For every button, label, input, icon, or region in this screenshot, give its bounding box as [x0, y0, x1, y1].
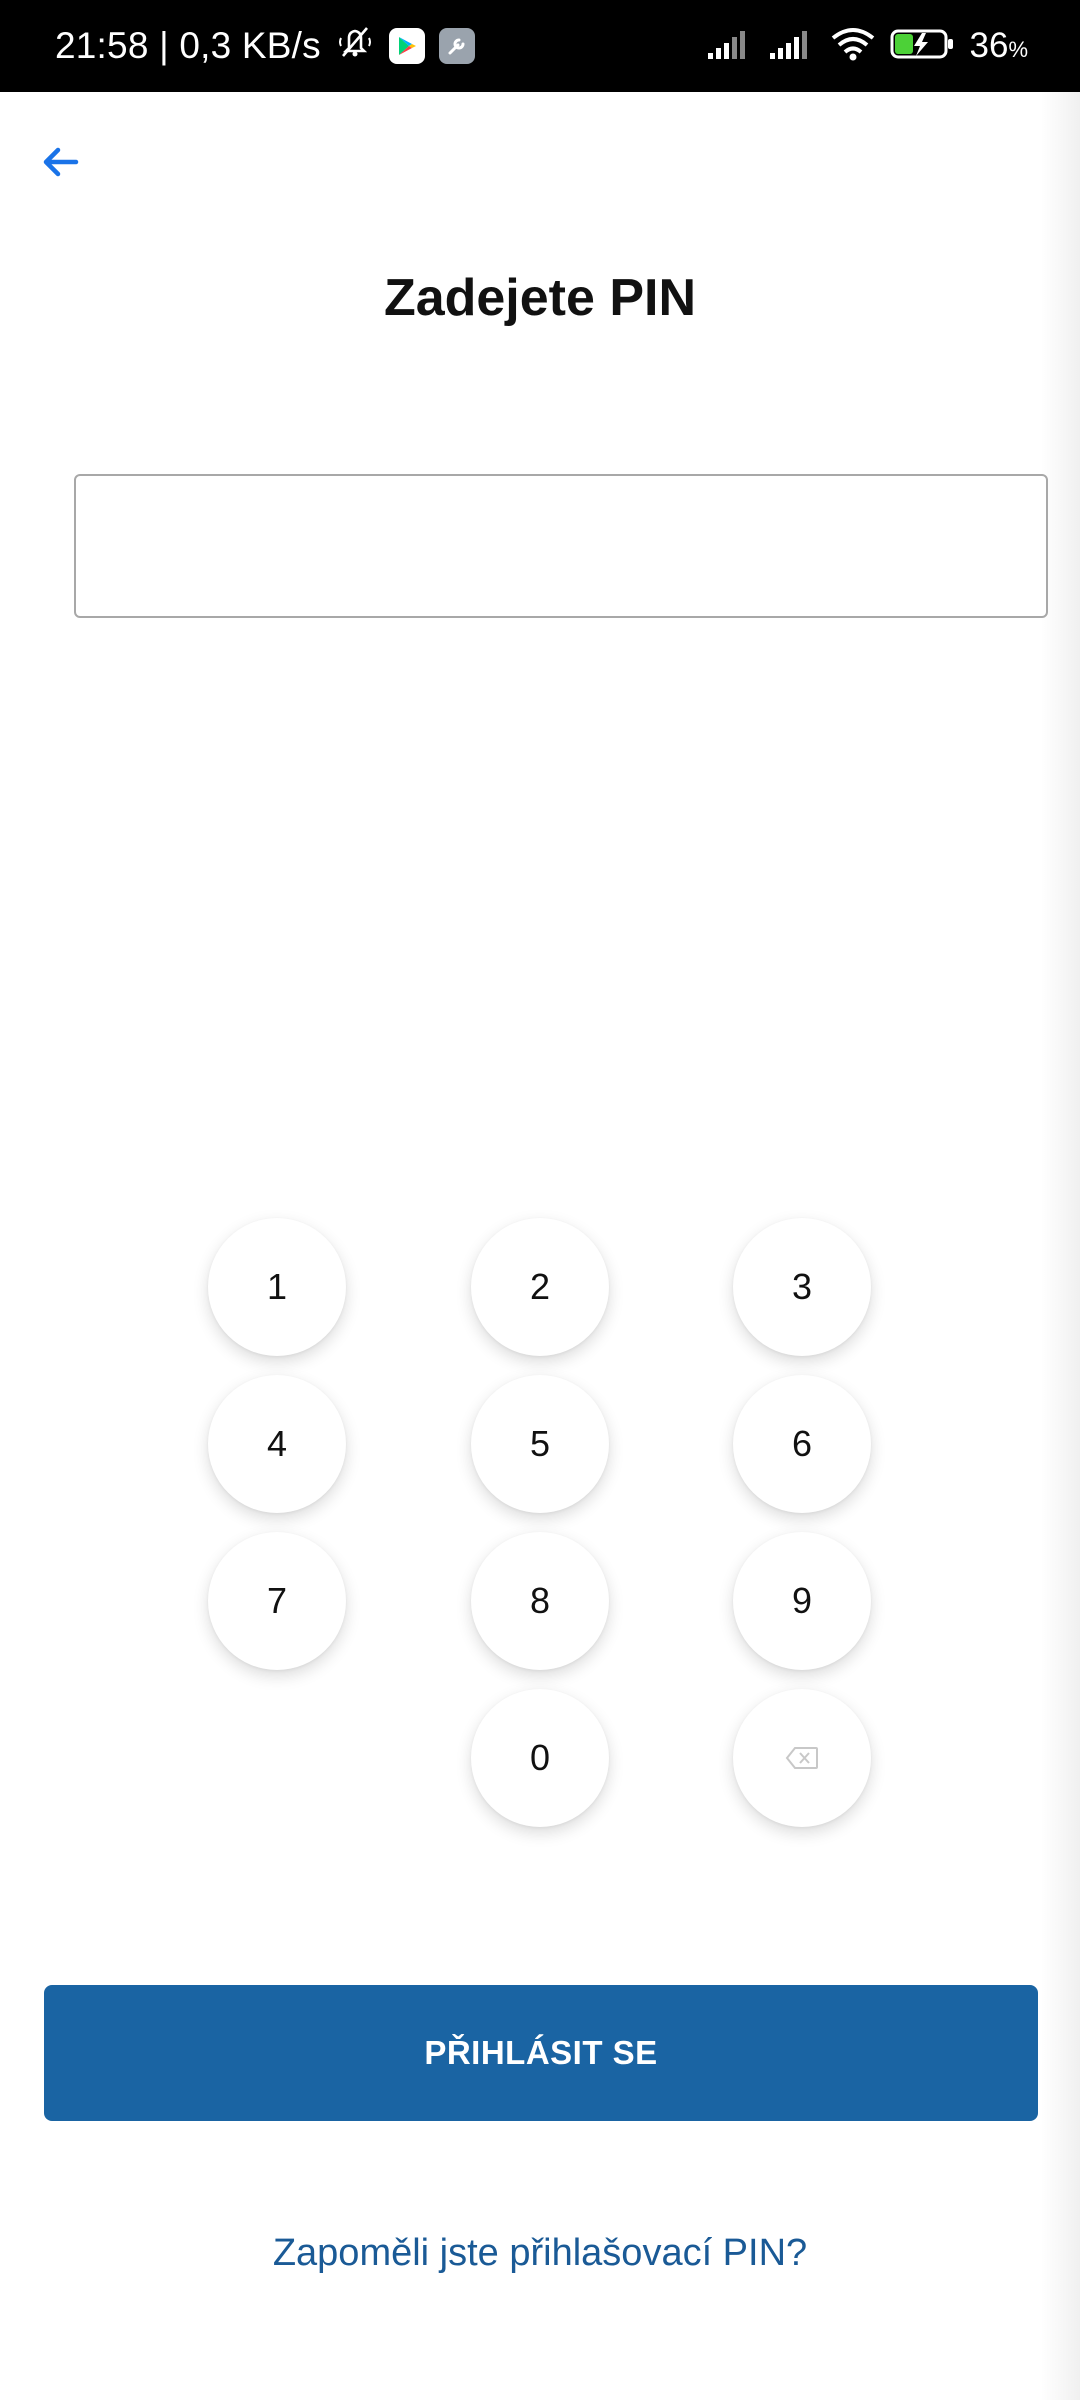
key-5[interactable]: 5: [471, 1375, 609, 1513]
battery-unit: %: [1008, 37, 1028, 62]
key-6[interactable]: 6: [733, 1375, 871, 1513]
back-button[interactable]: [36, 140, 84, 188]
signal-icon: [706, 27, 754, 66]
key-4[interactable]: 4: [208, 1375, 346, 1513]
forgot-pin-link[interactable]: Zapoměli jste přihlašovací PIN?: [0, 2232, 1080, 2275]
key-8[interactable]: 8: [471, 1532, 609, 1670]
backspace-key[interactable]: [733, 1689, 871, 1827]
wifi-icon: [830, 26, 876, 67]
key-3[interactable]: 3: [733, 1218, 871, 1356]
key-0[interactable]: 0: [471, 1689, 609, 1827]
signal-icon: [768, 27, 816, 66]
status-time-speed: 21:58 | 0,3 KB/s: [55, 25, 321, 66]
key-2[interactable]: 2: [471, 1218, 609, 1356]
wrench-icon: [438, 28, 475, 64]
arrow-left-icon: [40, 146, 80, 183]
backspace-icon: [785, 1737, 819, 1779]
status-right: 36%: [706, 0, 1029, 92]
login-button[interactable]: PŘIHLÁSIT SE: [44, 1985, 1038, 2121]
key-9[interactable]: 9: [733, 1532, 871, 1670]
status-left: 21:58 | 0,3 KB/s: [55, 0, 475, 92]
edge-shadow: [1040, 92, 1080, 2400]
status-bar: 21:58 | 0,3 KB/s 36%: [0, 0, 1080, 92]
key-1[interactable]: 1: [208, 1218, 346, 1356]
page-title: Zadejete PIN: [383, 269, 697, 327]
play-store-icon: [388, 28, 425, 64]
pin-field[interactable]: [74, 474, 1050, 618]
battery-level: 36%: [970, 26, 1029, 66]
pin-input[interactable]: [76, 476, 1050, 618]
mute-icon: [335, 22, 375, 71]
battery-charging-icon: [890, 27, 956, 66]
key-7[interactable]: 7: [208, 1532, 346, 1670]
battery-value: 36: [969, 26, 1009, 65]
